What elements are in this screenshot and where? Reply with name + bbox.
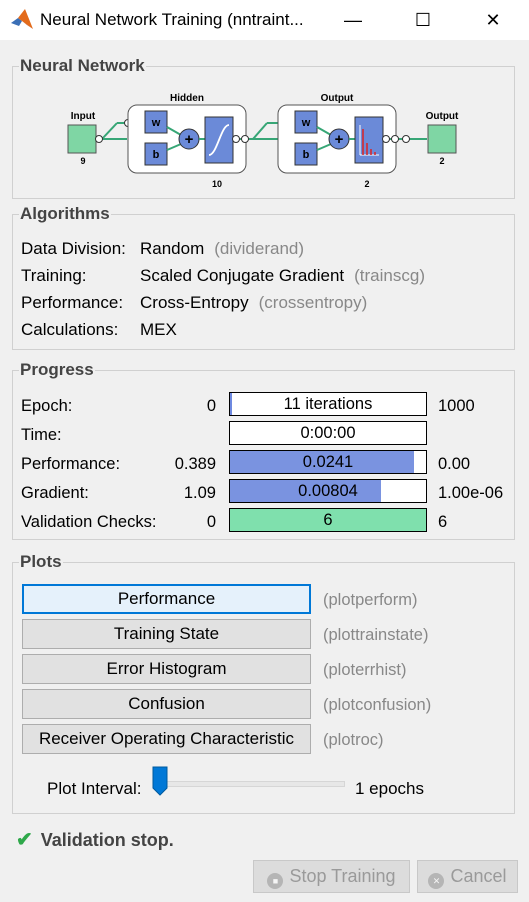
section-title-progress: Progress [19,360,95,380]
plot-interval-slider-track[interactable] [153,781,345,787]
plot-performance-button[interactable]: Performance [22,584,311,614]
network-diagram: Input 9 Hidden w b + 10 Output w b + 2 O… [67,93,459,189]
svg-text:+: + [335,131,344,148]
plot-function-label: (plotperform) [323,591,418,609]
cancel-label: Cancel [450,866,507,886]
progress-label-epoch: Epoch: [21,397,73,415]
hidden-bias-label: b [153,149,160,161]
progress-min-epoch: 0 [206,397,216,415]
progress-bar-performance: 0.0241 [229,450,427,474]
plot-function-label: (plotconfusion) [323,696,432,714]
title-bar: Neural Network Training (nntraint... — ☐… [0,0,529,40]
cancel-icon: ✕ [428,873,445,889]
matlab-logo-icon [11,9,33,29]
section-title-plots: Plots [19,552,63,572]
plot-interval-value: 1 epochs [355,779,424,798]
progress-label-validation: Validation Checks: [21,513,157,531]
status-message: ✔ Validation stop. [16,827,174,852]
algorithm-function: (trainscg) [354,266,425,285]
progress-max-performance: 0.00 [438,455,471,473]
softmax-transfer-icon [354,116,384,164]
plot-roc-button[interactable]: Receiver Operating Characteristic [22,724,311,754]
progress-label-performance: Performance: [21,455,121,473]
stop-training-label: Stop Training [289,866,396,886]
output-layer-label: Output [321,93,354,104]
svg-text:+: + [185,131,194,148]
cancel-button[interactable]: ✕ Cancel [417,860,518,893]
progress-label-time: Time: [21,426,62,444]
algorithm-label: Data Division: [21,239,126,258]
status-text: Validation stop. [40,830,174,850]
algorithm-value: Cross-Entropy [140,293,249,312]
algorithm-label: Calculations: [21,320,119,339]
stop-training-button[interactable]: ■ Stop Training [253,860,410,893]
progress-bar-time: 0:00:00 [229,421,427,445]
output-bias-label: b [303,149,310,161]
progress-min-performance: 0.389 [174,455,216,473]
maximize-button[interactable]: ☐ [400,0,446,40]
stop-icon: ■ [267,873,284,889]
progress-value-gradient: 0.00804 [298,482,358,500]
plot-interval-slider-thumb[interactable] [152,766,168,796]
progress-min-validation: 0 [206,513,216,531]
algorithms-panel: Algorithms Data Division: Random (divider… [12,204,515,350]
plot-function-label: (plotroc) [323,731,384,749]
hidden-layer-label: Hidden [170,93,204,104]
plot-training-state-button[interactable]: Training State [22,619,311,649]
neural-network-panel: Neural Network Input 9 Hidden w b + 10 O… [12,56,515,199]
output-label: Output [426,111,459,122]
algorithm-function: (dividerand) [214,239,305,258]
section-title-algorithms: Algorithms [19,204,111,224]
algorithm-label: Training: [21,266,87,285]
progress-max-gradient: 1.00e-06 [438,484,504,502]
close-button[interactable]: ✕ [470,0,516,40]
algorithm-function: (crossentropy) [258,293,368,312]
plot-error-histogram-button[interactable]: Error Histogram [22,654,311,684]
algorithm-value: MEX [140,320,177,339]
progress-label-gradient: Gradient: [21,484,89,502]
progress-panel: Progress Epoch: 0 11 iterations 1000 Tim… [12,360,515,540]
output-weight-label: w [301,117,311,129]
minimize-button[interactable]: — [330,0,376,40]
plot-function-label: (ploterrhist) [323,661,407,679]
progress-bar-validation: 6 [229,508,427,532]
plot-confusion-button[interactable]: Confusion [22,689,311,719]
algorithm-label: Performance: [21,293,124,312]
progress-min-gradient: 1.09 [183,484,216,502]
input-node [67,124,97,154]
output-layer-size: 2 [364,179,369,189]
output-size: 2 [439,156,444,166]
plot-interval-label: Plot Interval: [47,779,142,798]
algorithm-value: Scaled Conjugate Gradient [140,266,345,285]
window-title: Neural Network Training (nntraint... [40,10,304,29]
progress-max-epoch: 1000 [438,397,475,415]
progress-bar-gradient: 0.00804 [229,479,427,503]
input-size: 9 [80,156,85,166]
input-label: Input [71,111,96,122]
progress-value-time: 0:00:00 [300,424,356,442]
output-node [427,124,457,154]
plots-panel: Plots Performance (plotperform) Training… [12,552,515,814]
hidden-weight-label: w [151,117,161,129]
progress-max-validation: 6 [438,513,448,531]
progress-bar-epoch: 11 iterations [229,392,427,416]
algorithm-value: Random [140,239,205,258]
progress-value-validation: 6 [323,511,333,529]
hidden-size: 10 [212,179,222,189]
progress-value-epoch: 11 iterations [283,395,373,413]
progress-value-performance: 0.0241 [302,453,354,471]
plot-function-label: (plottrainstate) [323,626,429,644]
check-icon: ✔ [16,829,33,851]
